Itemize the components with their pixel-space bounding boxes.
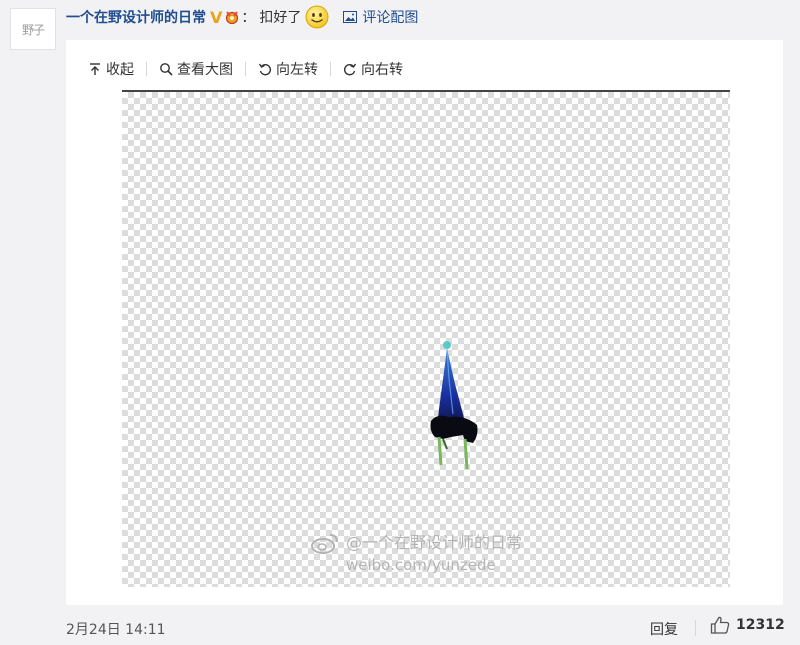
rotate-right-label: 向右转: [361, 62, 403, 78]
collapse-label: 收起: [106, 62, 134, 78]
avatar[interactable]: 野子: [10, 8, 56, 50]
toolbar-divider: [330, 62, 331, 76]
view-large-label: 查看大图: [177, 62, 233, 78]
reply-button[interactable]: 回复: [650, 619, 678, 639]
collapse-icon: [90, 63, 100, 75]
comment-text: 扣好了: [259, 10, 302, 26]
watermark-line-1: @一个在野设计师的日常: [346, 533, 523, 552]
vip-badge-icon[interactable]: V: [210, 8, 222, 27]
like-count: 12312: [736, 617, 785, 633]
comment-timestamp: 2月24日 14:11: [66, 622, 166, 638]
comment-image[interactable]: @一个在野设计师的日常 weibo.com/yunzede: [122, 90, 730, 587]
view-large-button[interactable]: 查看大图: [159, 59, 233, 79]
picture-icon: [343, 11, 358, 23]
rotate-left-label: 向左转: [276, 62, 318, 78]
action-divider: [695, 620, 696, 636]
comment-image-link[interactable]: 评论配图: [343, 7, 418, 27]
comment-header: 一个在野设计师的日常 V ： 扣好了 评论配图: [66, 4, 418, 30]
watermark-line-2: weibo.com/yunzede: [346, 556, 496, 574]
rotate-left-icon: [258, 63, 272, 76]
toolbar-divider: [245, 62, 246, 76]
colon: ：: [241, 10, 256, 26]
medal-icon[interactable]: [224, 10, 240, 25]
image-watermark: @一个在野设计师的日常 weibo.com/yunzede: [310, 532, 570, 576]
rotate-right-icon: [343, 63, 357, 76]
thumbs-up-icon: [710, 616, 730, 634]
peacock-figure: [430, 341, 478, 470]
username-link[interactable]: 一个在野设计师的日常: [66, 7, 206, 27]
like-button[interactable]: 12312: [710, 616, 785, 634]
expanded-image-card: 收起 查看大图 向左转 向右转 @一个在野设计师的日常 weibo.com/yu…: [66, 40, 783, 605]
smile-emoji-icon: [305, 5, 329, 29]
magnifier-icon: [160, 63, 173, 76]
avatar-text: 野子: [21, 22, 45, 37]
weibo-logo-icon: [311, 534, 338, 554]
collapse-button[interactable]: 收起: [88, 59, 134, 79]
toolbar-divider: [146, 62, 147, 76]
image-toolbar: 收起 查看大图 向左转 向右转: [88, 57, 403, 81]
comment-image-label: 评论配图: [362, 10, 419, 26]
rotate-right-button[interactable]: 向右转: [343, 59, 403, 79]
rotate-left-button[interactable]: 向左转: [258, 59, 318, 79]
